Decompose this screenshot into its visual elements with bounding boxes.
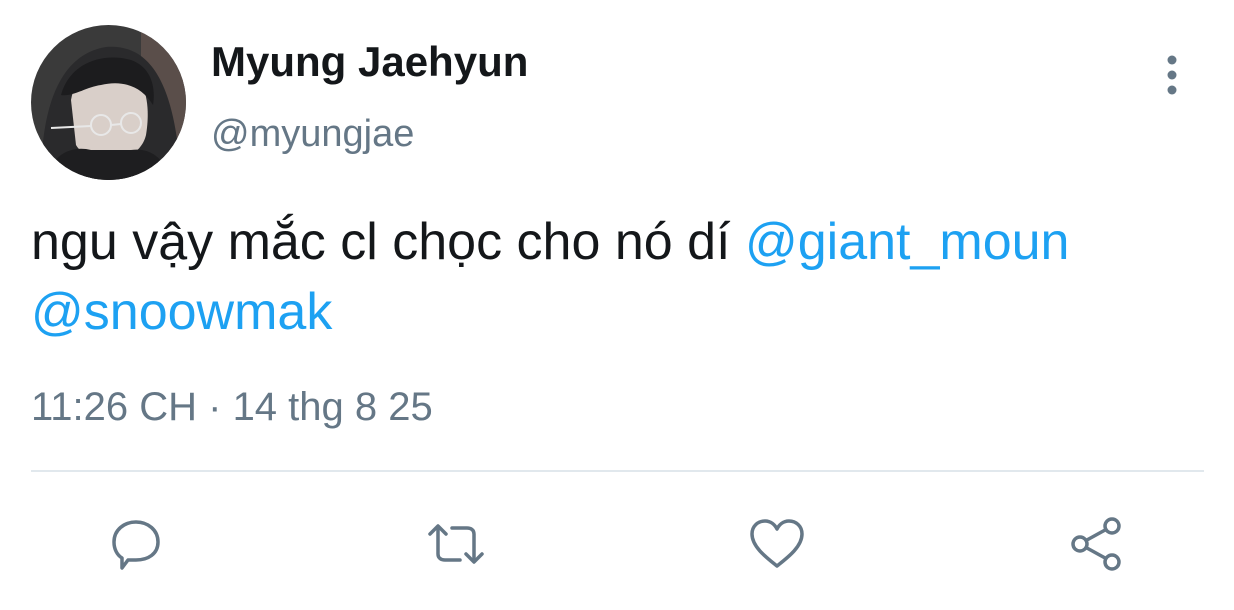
retweet-button[interactable] <box>426 514 486 574</box>
display-name[interactable]: Myung Jaehyun <box>211 38 528 86</box>
retweet-icon <box>428 524 484 564</box>
username-handle[interactable]: @myungjae <box>211 113 414 156</box>
share-icon <box>1071 517 1121 571</box>
more-vertical-icon <box>1167 55 1177 95</box>
reply-button[interactable] <box>106 514 166 574</box>
mention-link[interactable]: @giant_moun <box>745 213 1070 271</box>
tweet-text-body: ngu vậy mắc cl chọc cho nó dí <box>31 213 745 271</box>
timestamp: 11:26 CH · 14 thg 8 25 <box>31 385 433 429</box>
share-button[interactable] <box>1068 514 1128 574</box>
avatar[interactable] <box>31 25 186 180</box>
more-options-button[interactable] <box>1150 50 1194 100</box>
heart-icon <box>750 519 804 568</box>
mention-link[interactable]: @snoowmak <box>31 283 332 341</box>
tweet-text: ngu vậy mắc cl chọc cho nó dí @giant_mou… <box>31 207 1216 347</box>
like-button[interactable] <box>747 514 807 574</box>
reply-icon <box>112 520 160 570</box>
divider <box>31 470 1204 472</box>
profile-photo-icon <box>31 25 186 180</box>
